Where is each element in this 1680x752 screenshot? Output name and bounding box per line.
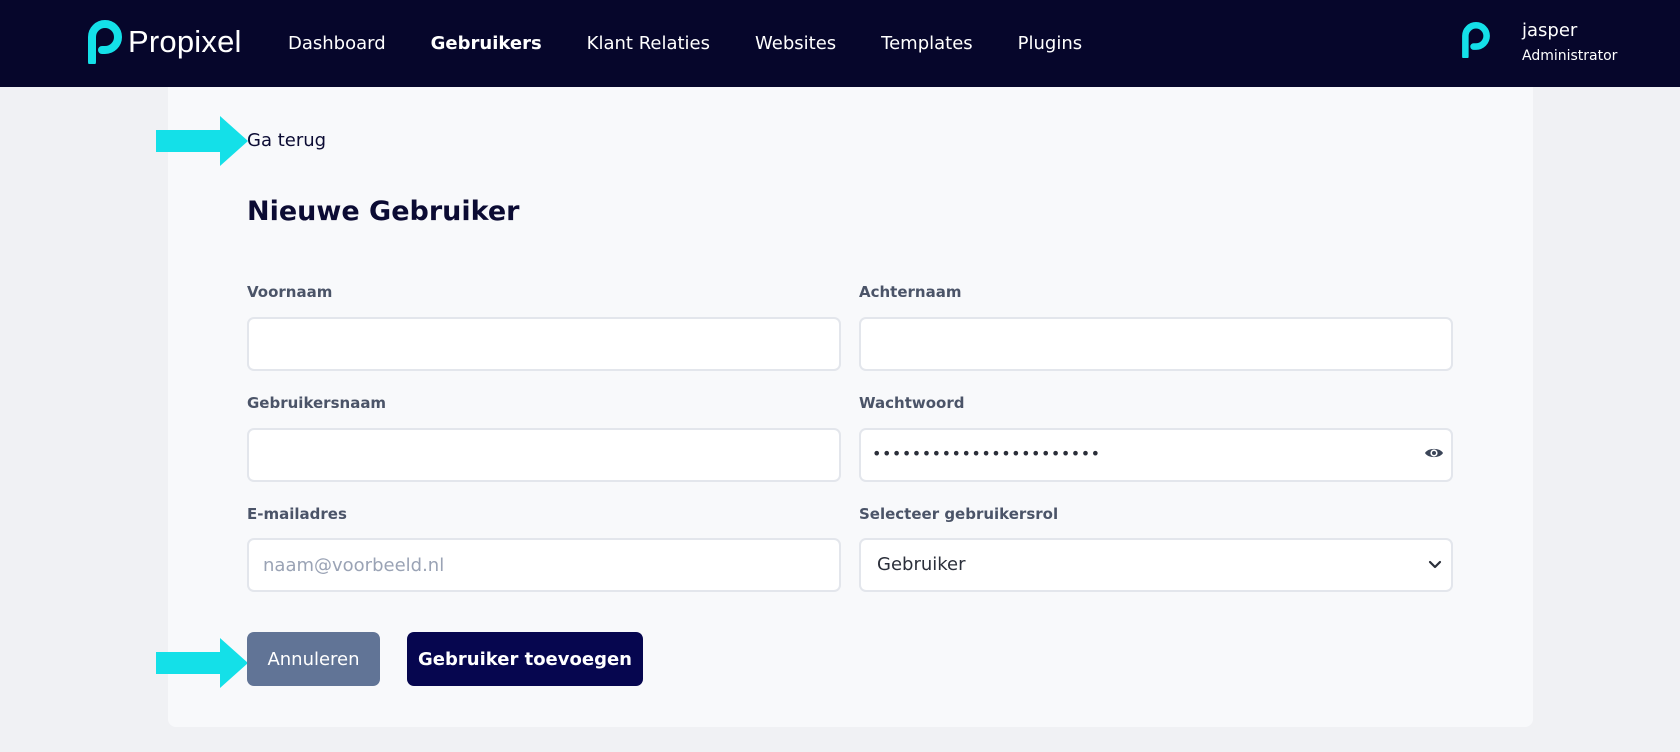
nav-item-plugins[interactable]: Plugins: [1018, 33, 1082, 54]
last-name-label: Achternaam: [859, 283, 962, 301]
user-role: Administrator: [1522, 48, 1618, 64]
add-user-button[interactable]: Gebruiker toevoegen: [407, 632, 643, 686]
eye-icon[interactable]: [1424, 445, 1444, 461]
arrow-right-icon: [156, 638, 248, 688]
top-navigation-bar: Propixel Dashboard Gebruikers Klant Rela…: [0, 0, 1680, 87]
role-label: Selecteer gebruikersrol: [859, 505, 1059, 523]
arrow-right-icon: [156, 116, 248, 166]
user-name: jasper: [1522, 20, 1578, 41]
p-logo-icon: [88, 20, 122, 64]
cancel-button[interactable]: Annuleren: [247, 632, 380, 686]
username-input[interactable]: [247, 428, 841, 482]
first-name-input[interactable]: [247, 317, 841, 371]
password-label: Wachtwoord: [859, 394, 965, 412]
role-select[interactable]: Gebruiker: [859, 538, 1453, 592]
page-title: Nieuwe Gebruiker: [247, 196, 520, 227]
brand-name: Propixel: [128, 24, 242, 59]
email-label: E-mailadres: [247, 505, 347, 523]
brand-logo[interactable]: Propixel: [88, 20, 242, 64]
chevron-down-icon: [1428, 560, 1442, 569]
nav-item-gebruikers[interactable]: Gebruikers: [431, 33, 542, 54]
password-masked-value: •••••••••••••••••••••••: [872, 444, 1101, 463]
back-link[interactable]: Ga terug: [247, 130, 326, 151]
first-name-label: Voornaam: [247, 283, 333, 301]
nav-item-klant-relaties[interactable]: Klant Relaties: [587, 33, 710, 54]
main-nav: Dashboard Gebruikers Klant Relaties Webs…: [288, 0, 1127, 87]
role-select-value: Gebruiker: [877, 554, 966, 575]
nav-item-templates[interactable]: Templates: [881, 33, 973, 54]
username-label: Gebruikersnaam: [247, 394, 387, 412]
email-input[interactable]: [247, 538, 841, 592]
user-avatar-icon: [1462, 22, 1490, 58]
last-name-input[interactable]: [859, 317, 1453, 371]
nav-item-dashboard[interactable]: Dashboard: [288, 33, 386, 54]
nav-item-websites[interactable]: Websites: [755, 33, 836, 54]
